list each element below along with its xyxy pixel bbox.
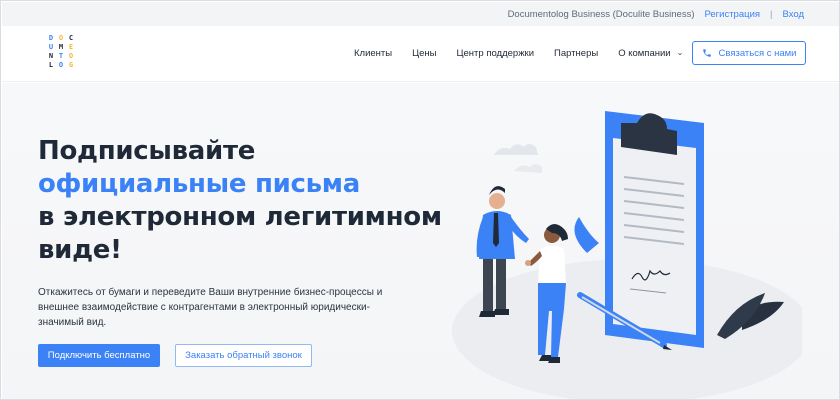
- divider: |: [770, 8, 773, 20]
- documentolog-logo[interactable]: D O C U M E N T O L O G: [46, 34, 80, 74]
- contact-us-button[interactable]: Связаться с нами: [692, 41, 806, 65]
- nav-item-clients[interactable]: Клиенты: [354, 48, 392, 59]
- hero-description: Откажитесь от бумаги и переведите Ваши в…: [38, 287, 383, 328]
- logo-letter: O: [68, 52, 74, 60]
- headline-line: в электронном легитимном: [38, 202, 442, 232]
- headline-accent: официальные письма: [38, 169, 360, 199]
- logo-letter: G: [68, 61, 74, 69]
- logo-letter: T: [58, 52, 64, 60]
- hero-headline: Подписывайте официальные письма в электр…: [38, 135, 442, 267]
- page: Documentolog Business (Doculite Business…: [0, 0, 840, 400]
- logo-letter: C: [68, 34, 74, 42]
- contact-button-label: Связаться с нами: [718, 47, 797, 59]
- logo-letter: M: [58, 43, 64, 51]
- nav-item-support[interactable]: Центр поддержки: [456, 48, 534, 59]
- top-bar: Documentolog Business (Doculite Business…: [2, 2, 839, 26]
- connect-free-button[interactable]: Подключить бесплатно: [38, 344, 160, 367]
- nav-item-about[interactable]: О компании ⌄: [618, 48, 683, 59]
- register-link[interactable]: Регистрация: [704, 9, 760, 20]
- logo-letter: N: [48, 52, 54, 60]
- main-nav: Клиенты Цены Центр поддержки Партнеры О …: [354, 48, 683, 59]
- callback-request-button[interactable]: Заказать обратный звонок: [175, 344, 312, 367]
- nav-item-about-label: О компании: [618, 48, 671, 59]
- clipboard: [605, 111, 704, 348]
- headline-line: виде!: [38, 235, 122, 265]
- phone-icon: [702, 49, 711, 57]
- business-link[interactable]: Documentolog Business (Doculite Business…: [508, 9, 695, 20]
- chevron-down-icon: ⌄: [676, 48, 684, 57]
- login-link[interactable]: Вход: [783, 9, 805, 20]
- hero-section: Подписывайте официальные письма в электр…: [2, 83, 839, 399]
- logo-letter: O: [58, 34, 64, 42]
- logo-letter: O: [58, 61, 64, 69]
- headline-line: Подписывайте: [38, 136, 256, 166]
- logo-letter: E: [68, 43, 74, 51]
- logo-letter: L: [48, 61, 54, 69]
- logo-letter: D: [48, 34, 54, 42]
- nav-item-prices[interactable]: Цены: [412, 48, 436, 59]
- header: D O C U M E N T O L O G Клиенты Цены Цен…: [2, 26, 839, 82]
- signing-illustration: [452, 111, 802, 399]
- nav-item-partners[interactable]: Партнеры: [554, 48, 598, 59]
- logo-letter: U: [48, 43, 54, 51]
